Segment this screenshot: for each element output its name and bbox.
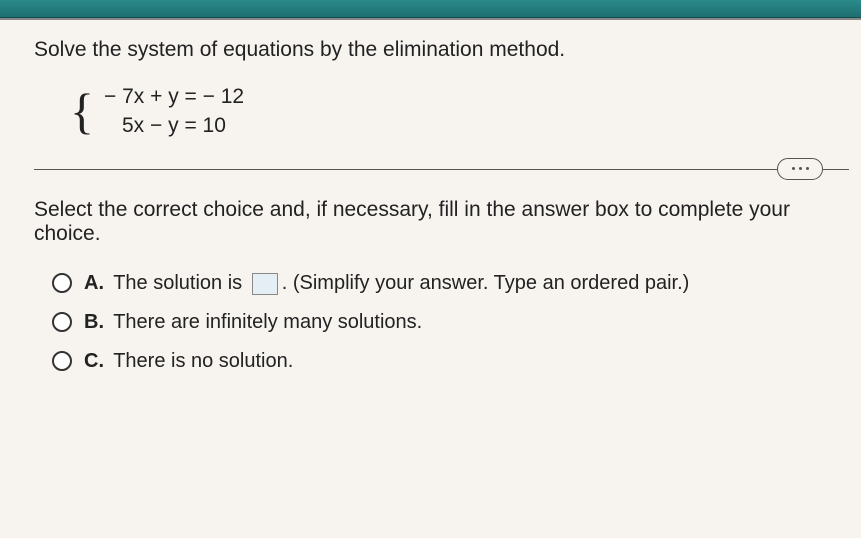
choices-list: A. The solution is . (Simplify your answ… <box>52 272 849 373</box>
dot-icon <box>792 167 795 170</box>
choice-c: C. There is no solution. <box>52 350 849 373</box>
choice-a: A. The solution is . (Simplify your answ… <box>52 272 849 295</box>
equation-2: 5x − y = 10 <box>104 111 244 140</box>
radio-c[interactable] <box>52 351 72 371</box>
radio-b[interactable] <box>52 312 72 332</box>
dot-icon <box>799 167 802 170</box>
answer-prompt: Select the correct choice and, if necess… <box>34 198 849 246</box>
equations-block: − 7x + y = − 12 5x − y = 10 <box>104 82 244 141</box>
choice-a-letter: A. <box>84 272 104 294</box>
more-options-button[interactable] <box>777 158 823 180</box>
window-top-bar <box>0 0 861 18</box>
divider-line <box>34 169 849 170</box>
choice-c-content: C. There is no solution. <box>84 350 293 373</box>
choice-a-post: . (Simplify your answer. Type an ordered… <box>282 272 690 294</box>
section-divider <box>34 169 849 170</box>
choice-b-text: There are infinitely many solutions. <box>113 311 422 333</box>
dot-icon <box>806 167 809 170</box>
choice-b-content: B. There are infinitely many solutions. <box>84 311 422 334</box>
choice-c-text: There is no solution. <box>113 350 293 372</box>
choice-a-pre: The solution is <box>113 272 242 294</box>
choice-c-letter: C. <box>84 350 104 372</box>
question-instruction: Solve the system of equations by the eli… <box>34 38 849 62</box>
left-brace-icon: { <box>70 91 94 131</box>
equation-1: − 7x + y = − 12 <box>104 82 244 111</box>
choice-b: B. There are infinitely many solutions. <box>52 311 849 334</box>
equation-system: { − 7x + y = − 12 5x − y = 10 <box>70 82 849 141</box>
question-page: Solve the system of equations by the eli… <box>0 18 861 538</box>
choice-a-content: A. The solution is . (Simplify your answ… <box>84 272 689 295</box>
radio-a[interactable] <box>52 273 72 293</box>
answer-input-box[interactable] <box>252 273 278 295</box>
choice-b-letter: B. <box>84 311 104 333</box>
